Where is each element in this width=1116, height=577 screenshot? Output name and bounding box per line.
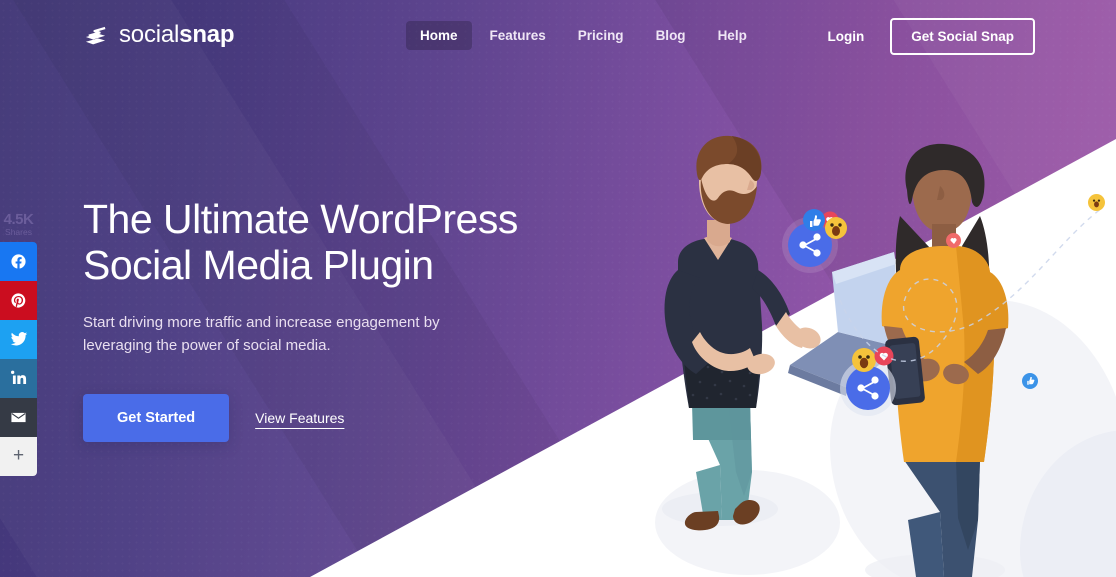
login-link[interactable]: Login: [827, 29, 864, 44]
share-button-facebook[interactable]: [0, 241, 37, 281]
header-actions: Login Get Social Snap: [827, 18, 1035, 55]
dashed-path-decoration: [839, 207, 1103, 362]
share-button-twitter[interactable]: [0, 319, 37, 359]
heart-badge-icon: [946, 233, 961, 248]
get-social-snap-button[interactable]: Get Social Snap: [890, 18, 1035, 55]
brand-name-light: social: [119, 21, 180, 48]
hero-page: socialsnap Home Features Pricing Blog He…: [0, 0, 1116, 577]
hero-subtitle: Start driving more traffic and increase …: [83, 313, 440, 354]
hero-title-line1: The Ultimate WordPress: [83, 196, 518, 242]
thumbs-up-badge-icon: [1022, 373, 1038, 389]
hero-actions: Get Started View Features: [83, 394, 603, 443]
email-icon: [11, 412, 26, 422]
site-header: socialsnap Home Features Pricing Blog He…: [0, 0, 1116, 67]
page-title: The Ultimate WordPress Social Media Plug…: [83, 196, 603, 289]
share-button-email[interactable]: [0, 397, 37, 437]
view-features-link[interactable]: View Features: [255, 410, 344, 426]
facebook-icon: [11, 254, 26, 269]
brand-logo[interactable]: socialsnap: [83, 21, 235, 49]
share-button-pinterest[interactable]: [0, 280, 37, 320]
main-navigation: Home Features Pricing Blog Help: [406, 21, 761, 50]
nav-item-blog[interactable]: Blog: [642, 21, 700, 50]
wow-emoji-icon: [1092, 199, 1101, 208]
stacked-layers-icon: [85, 26, 106, 44]
nav-item-features[interactable]: Features: [476, 21, 560, 50]
hero-title-line2: Social Media Plugin: [83, 242, 434, 289]
thumbs-up-icon: [1026, 376, 1034, 385]
brand-wordmark: socialsnap: [119, 21, 235, 49]
nav-item-pricing[interactable]: Pricing: [564, 21, 638, 50]
share-button-linkedin[interactable]: [0, 358, 37, 398]
nav-item-help[interactable]: Help: [704, 21, 761, 50]
share-count-number: 4.5K: [3, 211, 34, 228]
twitter-icon: [10, 332, 27, 346]
share-button-more[interactable]: +: [0, 436, 37, 476]
brand-name-bold: snap: [179, 21, 235, 48]
nav-item-home[interactable]: Home: [406, 21, 472, 50]
linkedin-icon: [10, 370, 26, 385]
hero-content: The Ultimate WordPress Social Media Plug…: [83, 196, 603, 443]
pinterest-icon: [11, 293, 26, 308]
share-count-label: Shares: [5, 226, 32, 237]
share-count: 4.5K Shares: [0, 212, 37, 242]
social-share-bar: 4.5K Shares +: [0, 212, 37, 476]
wow-emoji-badge-icon: [1088, 194, 1105, 211]
heart-icon: [950, 237, 957, 244]
get-started-button[interactable]: Get Started: [83, 394, 230, 443]
